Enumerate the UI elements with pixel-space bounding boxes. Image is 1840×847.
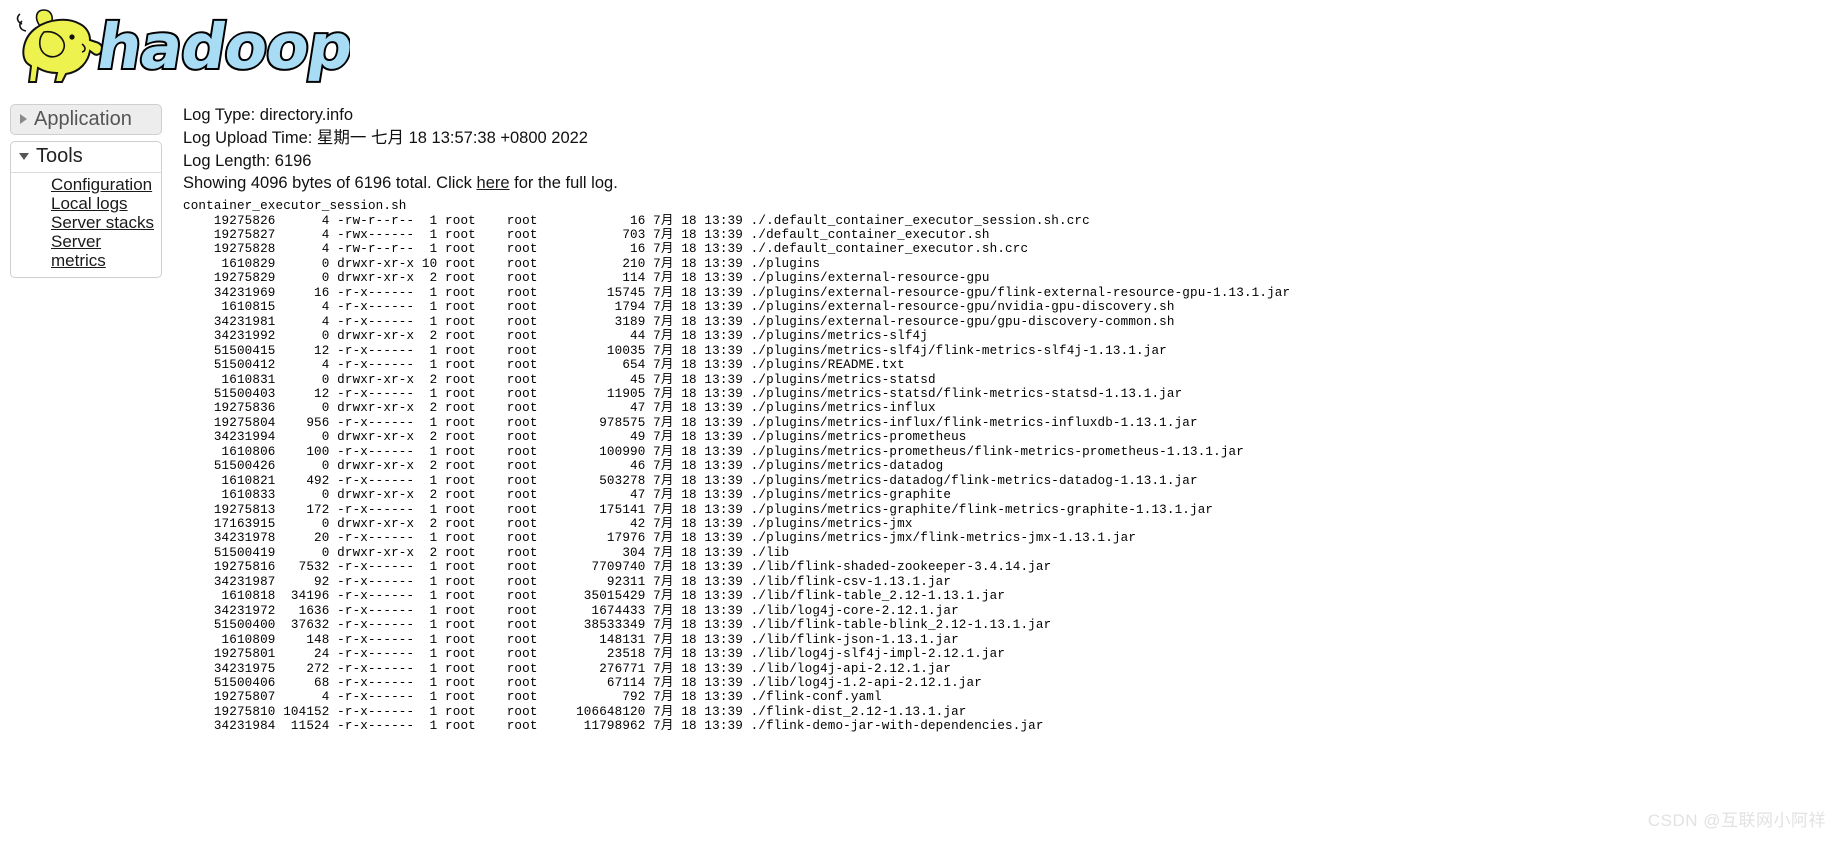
log-content: container_executor_session.sh 19275826 4… bbox=[183, 199, 1291, 734]
chevron-right-icon bbox=[20, 114, 27, 125]
log-length-value: 6196 bbox=[274, 151, 312, 170]
log-type-value: directory.info bbox=[259, 106, 353, 124]
sidebar-link-server-metrics[interactable]: Server metrics bbox=[51, 232, 106, 270]
hadoop-logo-svg: hadoop bbox=[16, 8, 350, 85]
log-type-label: Log Type: bbox=[183, 106, 256, 124]
sidebar-section-tools-label: Tools bbox=[36, 145, 83, 168]
log-upload-time-value: 星期一 七月 18 13:57:38 +0800 2022 bbox=[316, 128, 588, 147]
sidebar: Application Tools Configuration Local lo… bbox=[10, 104, 162, 284]
showing-prefix-text: Showing 4096 bytes of 6196 total. Click bbox=[183, 174, 477, 193]
sidebar-item-server-metrics: Server metrics bbox=[51, 232, 155, 270]
log-length-line: Log Length: 6196 bbox=[183, 150, 1840, 173]
sidebar-section-application: Application bbox=[10, 104, 162, 136]
chevron-down-icon bbox=[19, 153, 29, 161]
sidebar-section-application-label: Application bbox=[34, 108, 132, 130]
showing-bytes-line: Showing 4096 bytes of 6196 total. Click … bbox=[183, 172, 1840, 195]
sidebar-tools-link-list: Configuration Local logs Server stacks S… bbox=[11, 175, 161, 270]
sidebar-section-tools: Tools Configuration Local logs Server st… bbox=[10, 141, 162, 278]
sidebar-section-application-header[interactable]: Application bbox=[10, 104, 162, 136]
sidebar-section-tools-header[interactable]: Tools bbox=[10, 141, 162, 173]
hadoop-logo: hadoop bbox=[10, 2, 350, 88]
log-type-line: Log Type: directory.info bbox=[183, 104, 1840, 127]
log-upload-time-label: Log Upload Time: bbox=[183, 128, 313, 147]
sidebar-section-tools-body: Configuration Local logs Server stacks S… bbox=[10, 172, 162, 278]
elephant-icon bbox=[16, 9, 104, 83]
sidebar-item-configuration: Configuration bbox=[51, 175, 155, 194]
log-length-label: Log Length: bbox=[183, 151, 271, 170]
sidebar-link-configuration[interactable]: Configuration bbox=[51, 175, 152, 194]
hadoop-wordmark: hadoop bbox=[90, 8, 350, 85]
showing-suffix-text: for the full log. bbox=[509, 174, 618, 193]
svg-text:hadoop: hadoop bbox=[92, 10, 350, 83]
log-upload-time-line: Log Upload Time: 星期一 七月 18 13:57:38 +080… bbox=[183, 127, 1840, 150]
main-content: Log Type: directory.info Log Upload Time… bbox=[183, 104, 1840, 734]
sidebar-item-local-logs: Local logs bbox=[51, 194, 155, 213]
sidebar-link-server-stacks[interactable]: Server stacks bbox=[51, 213, 154, 232]
csdn-watermark: CSDN @互联网小阿祥 bbox=[1647, 811, 1826, 830]
full-log-link[interactable]: here bbox=[477, 174, 510, 192]
sidebar-link-local-logs[interactable]: Local logs bbox=[51, 194, 128, 213]
sidebar-item-server-stacks: Server stacks bbox=[51, 213, 155, 232]
